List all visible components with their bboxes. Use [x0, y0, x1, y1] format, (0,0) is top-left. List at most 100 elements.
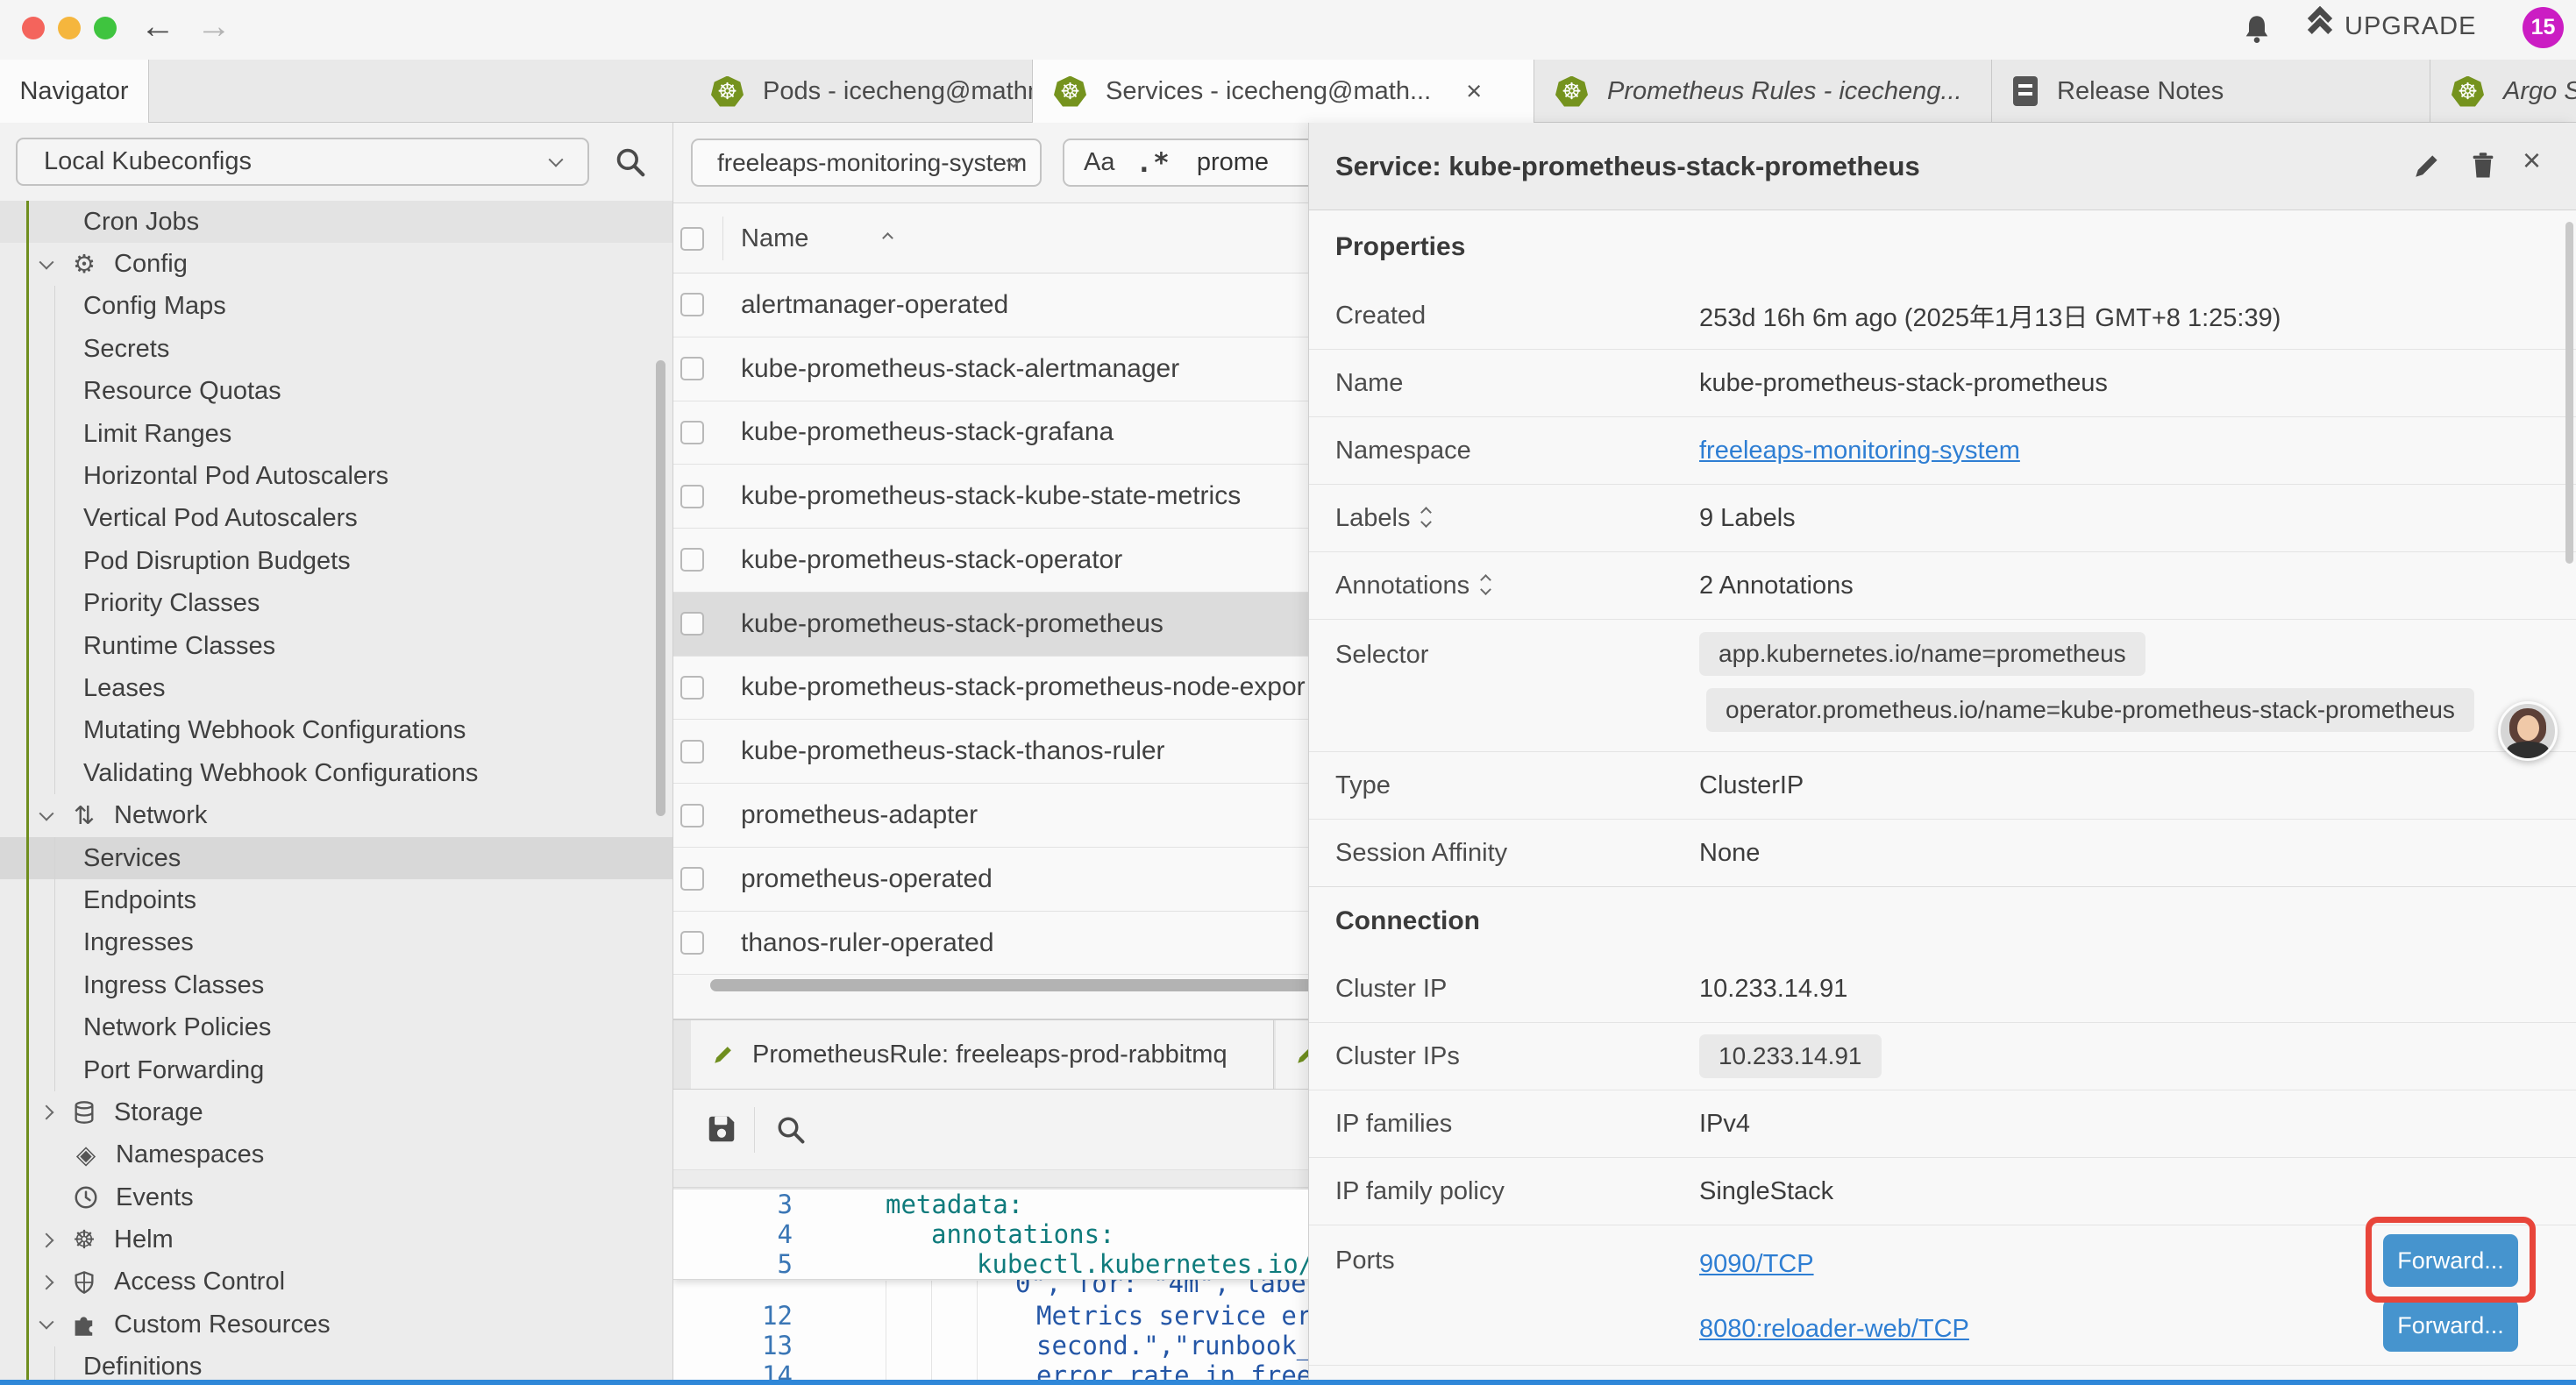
sidebar-item-validating-webhook-configurations[interactable]: Validating Webhook Configurations [0, 752, 672, 794]
horizontal-scrollbar[interactable] [710, 979, 1308, 991]
details-scrollbar[interactable] [2565, 222, 2573, 564]
row-checkbox[interactable] [680, 357, 704, 380]
port-link-9090[interactable]: 9090/TCP [1699, 1250, 1814, 1279]
table-row[interactable]: prometheus-adapter [673, 784, 1308, 848]
table-row[interactable]: kube-prometheus-stack-prometheus-node-ex… [673, 657, 1308, 721]
sidebar-item-vertical-pod-autoscalers[interactable]: Vertical Pod Autoscalers [0, 498, 672, 540]
close-icon[interactable]: × [2523, 142, 2541, 179]
namespace-selector[interactable]: freeleaps-monitoring-system [691, 138, 1042, 187]
sidebar-item-limit-ranges[interactable]: Limit Ranges [0, 413, 672, 455]
sidebar-item-config[interactable]: ⚙ Config [0, 243, 672, 285]
chevron-right-icon[interactable] [39, 1107, 54, 1118]
chevron-right-icon[interactable] [39, 1235, 54, 1246]
row-checkbox[interactable] [680, 485, 704, 508]
tab-services[interactable]: ☸ Services - icecheng@math... × [1033, 60, 1534, 123]
forward-button-8080[interactable]: Forward... [2383, 1299, 2518, 1352]
table-row-selected[interactable]: kube-prometheus-stack-prometheus [673, 593, 1308, 657]
sidebar-item-helm[interactable]: ☸ Helm [0, 1218, 672, 1261]
tab-prometheus-rules[interactable]: ☸ Prometheus Rules - icecheng... [1534, 60, 1992, 123]
table-row[interactable]: prometheus-operated [673, 848, 1308, 912]
sidebar-item-custom-resources[interactable]: Custom Resources [0, 1303, 672, 1346]
trash-icon[interactable] [2468, 151, 2498, 181]
close-tab-icon[interactable]: × [1466, 75, 1482, 107]
chevron-right-icon[interactable] [39, 1277, 54, 1288]
tab-pods[interactable]: ☸ Pods - icecheng@mathmas... [690, 60, 1033, 123]
table-row[interactable]: kube-prometheus-stack-operator [673, 529, 1308, 593]
editor-tab-next[interactable] [1276, 1020, 1308, 1089]
avatar[interactable] [2498, 701, 2558, 761]
sidebar-item-port-forwarding[interactable]: Port Forwarding [0, 1049, 672, 1091]
namespace-link[interactable]: freeleaps-monitoring-system [1699, 437, 2020, 465]
table-row[interactable]: thanos-ruler-operated [673, 912, 1308, 976]
navigator-panel-tab[interactable]: Navigator [0, 60, 149, 123]
row-checkbox[interactable] [680, 740, 704, 764]
tab-release-notes[interactable]: Release Notes [1992, 60, 2430, 123]
row-checkbox[interactable] [680, 421, 704, 444]
editor-tab-prometheusrule[interactable]: PrometheusRule: freeleaps-prod-rabbitmq [691, 1020, 1274, 1089]
upgrade-button[interactable]: UPGRADE [2311, 12, 2476, 41]
notification-badge[interactable]: 15 [2523, 7, 2564, 48]
kubeconfig-selector[interactable]: Local Kubeconfigs [16, 138, 589, 186]
sidebar-item-leases[interactable]: Leases [0, 667, 672, 709]
select-all-checkbox[interactable] [680, 227, 704, 251]
search-input[interactable]: Aa .* prome [1063, 138, 1308, 187]
expand-icon[interactable] [1482, 576, 1490, 596]
save-icon[interactable] [705, 1112, 738, 1146]
sidebar-item-config-maps[interactable]: Config Maps [0, 286, 672, 328]
chevron-down-icon[interactable] [39, 1319, 54, 1330]
sidebar-scrollbar[interactable] [656, 360, 665, 816]
sidebar-item-secrets[interactable]: Secrets [0, 328, 672, 370]
back-icon[interactable]: ← [140, 7, 175, 46]
sidebar-item-ingress-classes[interactable]: Ingress Classes [0, 964, 672, 1006]
expand-icon[interactable] [1422, 508, 1430, 529]
edit-icon[interactable] [2412, 151, 2442, 181]
upgrade-label: UPGRADE [2345, 12, 2476, 41]
sidebar-item-endpoints[interactable]: Endpoints [0, 879, 672, 921]
sidebar-search-icon[interactable] [614, 146, 647, 179]
sidebar-item-resource-quotas[interactable]: Resource Quotas [0, 371, 672, 413]
editor-search-icon[interactable] [775, 1114, 807, 1146]
sidebar-item-services[interactable]: Services [0, 837, 672, 879]
chevron-down-icon[interactable] [39, 259, 54, 270]
sidebar-item-pod-disruption-budgets[interactable]: Pod Disruption Budgets [0, 540, 672, 582]
row-checkbox[interactable] [680, 867, 704, 891]
sidebar-item-priority-classes[interactable]: Priority Classes [0, 583, 672, 625]
sidebar-item-runtime-classes[interactable]: Runtime Classes [0, 625, 672, 667]
sidebar-item-horizontal-pod-autoscalers[interactable]: Horizontal Pod Autoscalers [0, 455, 672, 497]
row-checkbox[interactable] [680, 548, 704, 572]
tab-argo[interactable]: ☸ Argo Se [2430, 60, 2576, 123]
match-case-toggle[interactable]: Aa [1084, 148, 1114, 177]
row-checkbox[interactable] [680, 293, 704, 316]
forward-icon[interactable]: → [196, 7, 231, 46]
sidebar-item-mutating-webhook-configurations[interactable]: Mutating Webhook Configurations [0, 710, 672, 752]
row-checkbox[interactable] [680, 931, 704, 955]
close-window-button[interactable] [22, 17, 45, 39]
sidebar-item-network-policies[interactable]: Network Policies [0, 1006, 672, 1048]
minimize-window-button[interactable] [58, 17, 81, 39]
table-row[interactable]: kube-prometheus-stack-kube-state-metrics [673, 465, 1308, 529]
sidebar-item-storage[interactable]: Storage [0, 1091, 672, 1133]
table-row[interactable]: kube-prometheus-stack-grafana [673, 401, 1308, 465]
regex-toggle[interactable]: .* [1135, 147, 1170, 179]
row-checkbox[interactable] [680, 676, 704, 700]
code-line: annotations: [931, 1219, 1115, 1249]
column-header-name[interactable]: Name [741, 224, 808, 253]
row-checkbox[interactable] [680, 612, 704, 636]
sidebar-item-events[interactable]: Events [0, 1176, 672, 1218]
sidebar-item-ingresses[interactable]: Ingresses [0, 922, 672, 964]
sidebar-item-namespaces[interactable]: ◈ Namespaces [0, 1134, 672, 1176]
maximize-window-button[interactable] [94, 17, 117, 39]
sidebar-item-definitions[interactable]: Definitions [0, 1346, 672, 1380]
sidebar-item-network[interactable]: ⇅ Network [0, 794, 672, 836]
table-row[interactable]: kube-prometheus-stack-thanos-ruler [673, 720, 1308, 784]
port-link-8080[interactable]: 8080:reloader-web/TCP [1699, 1315, 1969, 1344]
chevron-down-icon[interactable] [39, 811, 54, 821]
sidebar-item-access-control[interactable]: Access Control [0, 1261, 672, 1303]
table-row[interactable]: kube-prometheus-stack-alertmanager [673, 337, 1308, 401]
table-row[interactable]: alertmanager-operated [673, 273, 1308, 337]
sidebar-item-cron-jobs[interactable]: Cron Jobs [0, 201, 672, 243]
bell-icon[interactable] [2241, 13, 2273, 46]
yaml-code-area[interactable]: 3metadata: 4annotations: 5kubectl.kubern… [673, 1190, 1308, 1385]
document-icon [2013, 76, 2038, 106]
row-checkbox[interactable] [680, 804, 704, 827]
